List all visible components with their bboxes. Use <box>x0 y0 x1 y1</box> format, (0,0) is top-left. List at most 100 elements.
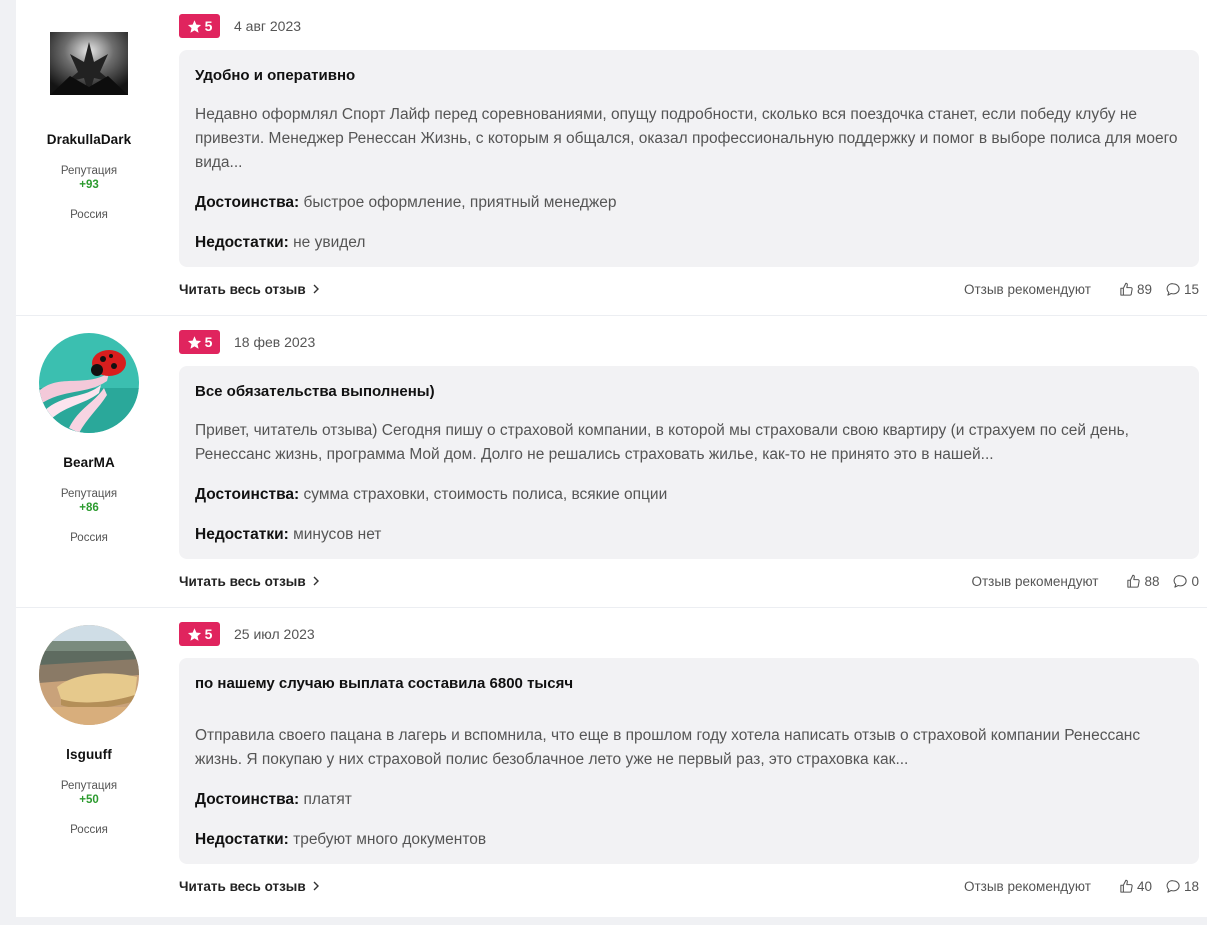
read-more-link[interactable]: Читать весь отзыв <box>179 282 320 297</box>
chevron-right-icon <box>313 576 319 586</box>
comments-button[interactable]: 15 <box>1166 282 1199 297</box>
comment-icon <box>1166 879 1180 893</box>
pros-text: быстрое оформление, приятный менеджер <box>303 194 617 211</box>
reputation-value: +86 <box>79 502 99 514</box>
likes-button[interactable]: 40 <box>1119 879 1152 894</box>
reputation-label: Репутация <box>60 165 118 177</box>
review-card[interactable]: Удобно и оперативно Недавно оформлял Спо… <box>179 50 1199 267</box>
cons-text: требуют много документов <box>293 831 487 848</box>
read-more-label: Читать весь отзыв <box>179 573 306 589</box>
review-item: lsguuff Репутация +50 Россия 5 25 июл 20… <box>16 608 1207 917</box>
review-card[interactable]: по нашему случаю выплата составила 6800 … <box>179 658 1199 864</box>
cons-text: не увидел <box>293 234 366 251</box>
comment-icon <box>1166 282 1180 296</box>
review-body: 5 4 авг 2023 Удобно и оперативно Недавно… <box>179 0 1199 299</box>
review-pros: Достоинства: платят <box>195 790 1183 810</box>
review-title[interactable]: Все обязательства выполнены) <box>195 382 1183 402</box>
likes-count: 89 <box>1136 281 1152 297</box>
cons-label: Недостатки: <box>195 831 289 848</box>
author-country: Россия <box>70 532 108 544</box>
review-cons: Недостатки: минусов нет <box>195 525 1183 545</box>
star-icon <box>187 19 201 33</box>
author-country: Россия <box>70 209 108 221</box>
likes-count: 40 <box>1136 878 1152 894</box>
reputation-value: +50 <box>79 794 99 806</box>
review-pros: Достоинства: сумма страховки, стоимость … <box>195 485 1183 505</box>
rating-badge: 5 <box>179 330 220 354</box>
review-pros: Достоинства: быстрое оформление, приятны… <box>195 193 1183 213</box>
avatar[interactable] <box>39 333 139 433</box>
likes-button[interactable]: 89 <box>1119 282 1152 297</box>
review-card[interactable]: Все обязательства выполнены) Привет, чит… <box>179 366 1199 559</box>
rating-badge: 5 <box>179 14 220 38</box>
recommend-label: Отзыв рекомендуют <box>963 878 1091 894</box>
review-cons: Недостатки: не увидел <box>195 233 1183 253</box>
review-title[interactable]: Удобно и оперативно <box>195 66 1183 86</box>
review-stats: Отзыв рекомендуют 88 0 <box>971 574 1199 589</box>
review-text: Отправила своего пацана в лагерь и вспом… <box>195 727 1141 768</box>
author-name[interactable]: BearMA <box>16 455 162 470</box>
likes-count: 88 <box>1144 573 1160 589</box>
reputation-value: +93 <box>79 179 99 191</box>
pros-label: Достоинства: <box>195 486 300 503</box>
recommend-label: Отзыв рекомендуют <box>971 573 1099 589</box>
comments-count: 15 <box>1183 281 1199 297</box>
review-text: Недавно оформлял Спорт Лайф перед соревн… <box>195 106 1178 171</box>
review-item: BearMA Репутация +86 Россия 5 18 фев 202… <box>16 316 1207 608</box>
cons-text: минусов нет <box>293 526 382 543</box>
avatar-image <box>39 625 139 725</box>
reputation-label: Репутация <box>60 780 118 792</box>
cons-label: Недостатки: <box>195 234 289 251</box>
author-name[interactable]: DrakullaDark <box>16 132 162 147</box>
author-country: Россия <box>70 824 108 836</box>
review-author: DrakullaDark Репутация +93 Россия <box>16 0 162 221</box>
review-stats: Отзыв рекомендуют 40 18 <box>964 879 1199 894</box>
pros-text: сумма страховки, стоимость полиса, всяки… <box>303 486 668 503</box>
star-icon <box>187 627 201 641</box>
pros-label: Достоинства: <box>195 791 300 808</box>
comments-count: 0 <box>1191 573 1199 589</box>
likes-button[interactable]: 88 <box>1126 574 1159 589</box>
cons-label: Недостатки: <box>195 526 289 543</box>
thumbs-up-icon <box>1120 282 1133 296</box>
comments-button[interactable]: 0 <box>1173 574 1199 589</box>
comment-icon <box>1174 574 1188 588</box>
avatar-image <box>39 333 139 433</box>
rating-value: 5 <box>204 334 213 350</box>
review-author: BearMA Репутация +86 Россия <box>16 316 162 544</box>
review-date: 18 фев 2023 <box>234 334 316 350</box>
rating-value: 5 <box>204 626 213 642</box>
chevron-right-icon <box>313 881 319 891</box>
reviews-list: DrakullaDark Репутация +93 Россия 5 4 ав… <box>16 0 1207 917</box>
review-text: Привет, читатель отзыва) Сегодня пишу о … <box>195 422 1129 463</box>
review-author: lsguuff Репутация +50 Россия <box>16 608 162 836</box>
thumbs-up-icon <box>1120 879 1133 893</box>
avatar[interactable] <box>50 32 128 95</box>
review-date: 4 авг 2023 <box>234 18 302 34</box>
review-body: 5 18 фев 2023 Все обязательства выполнен… <box>179 316 1199 591</box>
rating-badge: 5 <box>179 622 220 646</box>
avatar[interactable] <box>39 625 139 725</box>
read-more-label: Читать весь отзыв <box>179 281 306 297</box>
review-date: 25 июл 2023 <box>234 626 315 642</box>
pros-label: Достоинства: <box>195 194 300 211</box>
recommend-label: Отзыв рекомендуют <box>963 281 1091 297</box>
review-stats: Отзыв рекомендуют 89 15 <box>964 282 1199 297</box>
read-more-link[interactable]: Читать весь отзыв <box>179 879 320 894</box>
author-name[interactable]: lsguuff <box>16 747 162 762</box>
review-item: DrakullaDark Репутация +93 Россия 5 4 ав… <box>16 0 1207 316</box>
read-more-link[interactable]: Читать весь отзыв <box>179 574 320 589</box>
review-body: 5 25 июл 2023 по нашему случаю выплата с… <box>179 608 1199 896</box>
review-cons: Недостатки: требуют много документов <box>195 830 1183 850</box>
thumbs-up-icon <box>1127 574 1141 588</box>
chevron-right-icon <box>313 284 319 294</box>
comments-button[interactable]: 18 <box>1166 879 1199 894</box>
rating-value: 5 <box>204 18 213 34</box>
reputation-label: Репутация <box>60 488 118 500</box>
review-title[interactable]: по нашему случаю выплата составила 6800 … <box>195 674 1183 694</box>
star-icon <box>187 335 201 349</box>
pros-text: платят <box>303 791 352 808</box>
avatar-image <box>50 32 128 95</box>
comments-count: 18 <box>1183 878 1199 894</box>
read-more-label: Читать весь отзыв <box>179 878 306 894</box>
